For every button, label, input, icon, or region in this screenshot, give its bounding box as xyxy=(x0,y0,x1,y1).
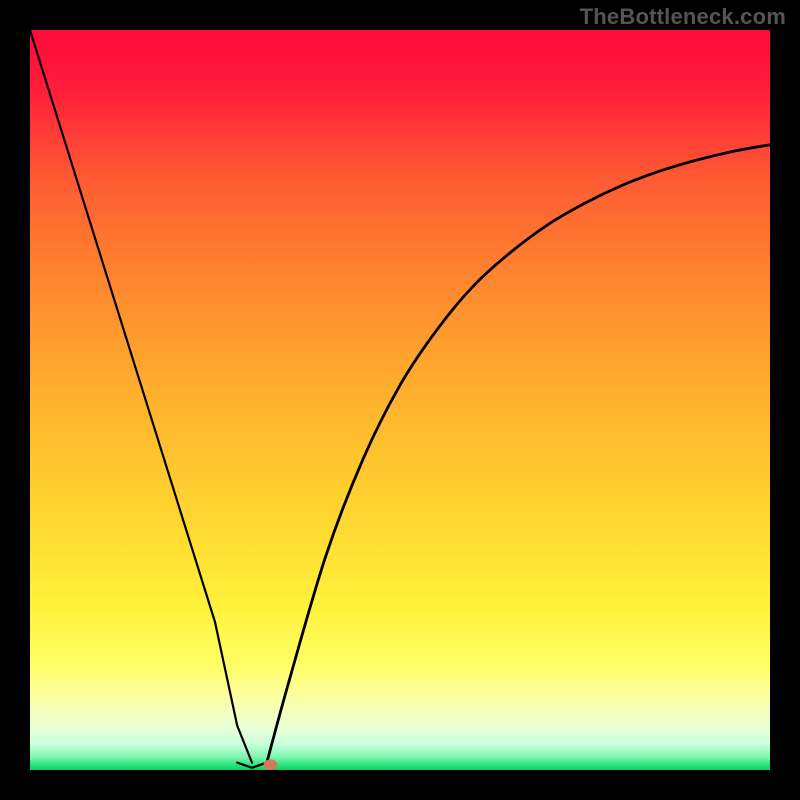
optimal-point-marker xyxy=(264,759,278,770)
watermark-text: TheBottleneck.com xyxy=(580,4,786,30)
chart-frame: TheBottleneck.com xyxy=(0,0,800,800)
gradient-background xyxy=(30,30,770,770)
plot-area xyxy=(30,30,770,770)
bottleneck-curve-chart xyxy=(30,30,770,770)
